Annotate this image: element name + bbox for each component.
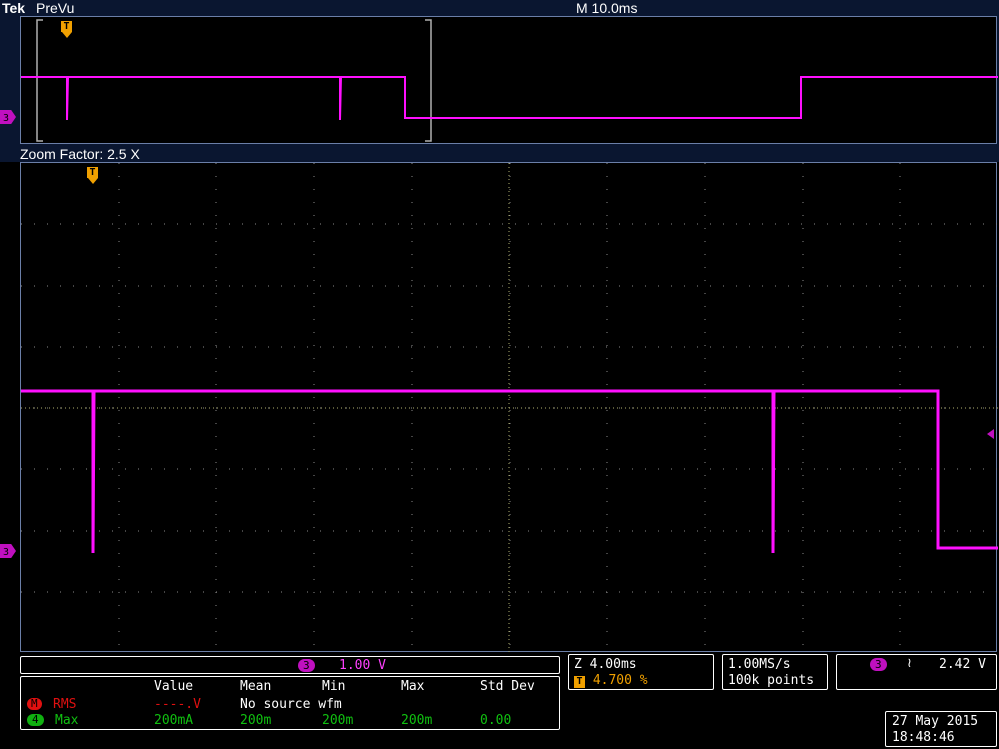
zoom-factor-label: Zoom Factor: 2.5 X — [20, 146, 140, 162]
acquisition-mode: PreVu — [36, 0, 75, 16]
col-header-std-dev: Std Dev — [480, 679, 535, 694]
col-header-max: Max — [401, 679, 425, 694]
measurement-name: Max — [55, 713, 79, 728]
overview-panel: Tek PreVu M 10.0ms T 3 — [0, 0, 999, 162]
main-plot[interactable]: T — [20, 162, 998, 653]
zoom-time: Z 4.00ms — [574, 657, 637, 672]
measurement-note: No source wfm — [240, 697, 342, 712]
trigger-badge-icon: T — [574, 676, 585, 688]
falling-edge-icon: ≀ — [907, 656, 912, 671]
zoom-header: Zoom Factor: 2.5 X — [0, 146, 999, 162]
overview-trigger-marker[interactable]: T — [61, 21, 72, 39]
main-trigger-marker[interactable]: T — [87, 167, 98, 185]
math-badge: M — [27, 698, 42, 710]
channel-4-badge: 4 — [27, 714, 44, 726]
col-header-mean: Mean — [240, 679, 272, 694]
channel-scale-readout[interactable]: 3 1.00 V — [20, 656, 560, 674]
datetime-readout: 27 May 2015 18:48:46 — [885, 711, 997, 747]
main-channel-marker[interactable]: 3 — [0, 544, 16, 558]
record-length: 100k points — [728, 673, 815, 688]
channel-scale-value: 1.00 V — [339, 658, 386, 673]
measurement-value: ----.V — [154, 697, 201, 712]
col-header-value: Value — [154, 679, 194, 694]
trigger-channel-badge: 3 — [870, 658, 887, 671]
overview-waveform — [21, 19, 998, 142]
trigger-position: 4.700 % — [592, 673, 648, 688]
trigger-readout[interactable]: 3 ≀ 2.42 V — [836, 654, 997, 690]
trigger-level: 2.42 V — [939, 657, 986, 672]
trigger-level-arrow-icon[interactable] — [987, 429, 994, 439]
measurement-name: RMS — [53, 697, 77, 712]
channel-badge: 3 — [298, 659, 315, 672]
measurement-table[interactable]: Value Mean Min Max Std Dev M RMS ----.V … — [20, 676, 560, 730]
measurement-max: 200m — [401, 713, 433, 728]
sample-rate: 1.00MS/s — [728, 657, 791, 672]
time: 18:48:46 — [892, 730, 955, 745]
measurement-row[interactable]: 4 Max 200mA 200m 200m 200m 0.00 — [23, 713, 553, 729]
col-header-min: Min — [322, 679, 346, 694]
measurement-mean: 200m — [240, 713, 272, 728]
brand-logo: Tek — [2, 0, 26, 16]
measurement-min: 200m — [322, 713, 354, 728]
date: 27 May 2015 — [892, 714, 979, 729]
acquisition-readout[interactable]: 1.00MS/s 100k points — [722, 654, 828, 690]
measurement-value: 200mA — [154, 713, 194, 728]
main-waveform — [21, 163, 998, 653]
overview-channel-marker[interactable]: 3 — [0, 110, 16, 124]
measurement-row[interactable]: M RMS ----.V No source wfm — [23, 697, 553, 713]
timebase-label: M 10.0ms — [576, 0, 638, 16]
measurement-std-dev: 0.00 — [480, 713, 512, 728]
overview-plot[interactable]: T — [20, 16, 998, 144]
zoom-readout[interactable]: Z 4.00ms T 4.700 % — [568, 654, 714, 690]
